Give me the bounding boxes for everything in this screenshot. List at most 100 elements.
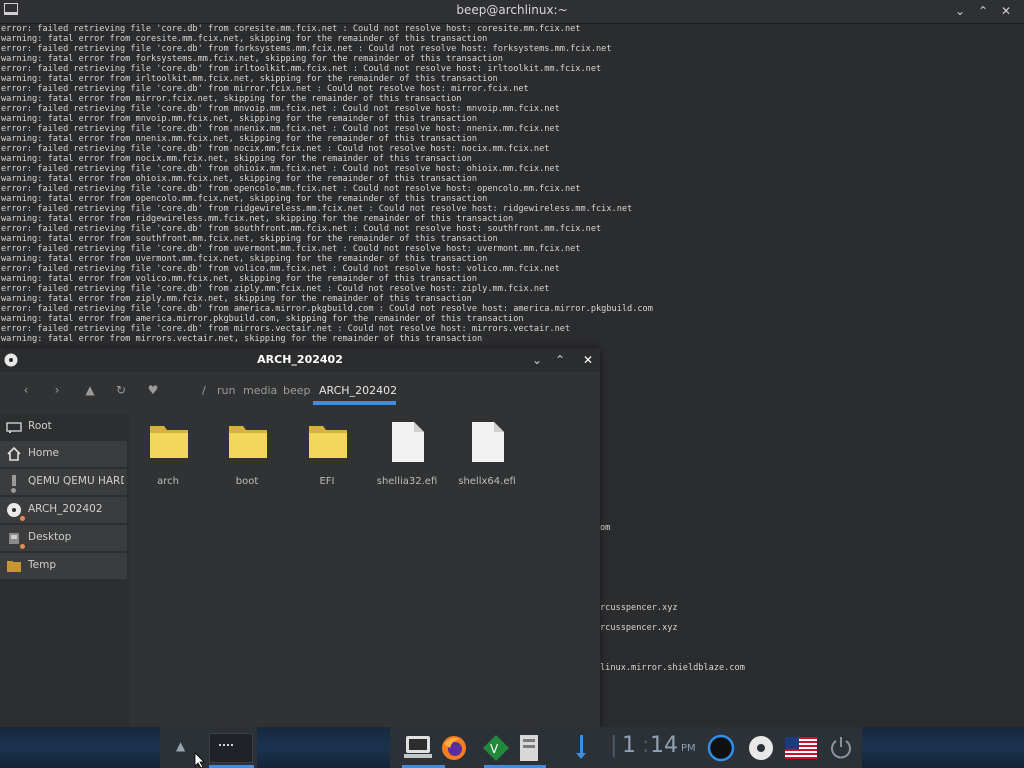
breadcrumb-media[interactable]: media [243,384,277,397]
mouse-cursor-icon [194,752,205,768]
file-name: EFI [319,476,335,487]
terminal-dots-icon [219,744,233,746]
breadcrumb-run[interactable]: run [217,384,235,397]
maximize-button[interactable]: ⌃ [551,351,569,369]
breadcrumb-beep[interactable]: beep [283,384,311,397]
terminal-fragment: linux.mirror.shieldblaze.com [600,663,745,673]
clock-hour-1: 1 [622,733,636,758]
terminal-line: error: failed retrieving file 'core.db' … [1,124,560,134]
file-item-shellx64[interactable]: shellx64.efi [451,420,523,490]
breadcrumb-root[interactable]: / [202,384,206,397]
sidebar-item-desktop[interactable]: Desktop [0,525,127,551]
terminal-line: error: failed retrieving file 'core.db' … [1,324,571,334]
terminal-line: error: failed retrieving file 'core.db' … [1,304,653,314]
drive-icon [6,422,22,433]
sidebar-item-qemu-harddisk[interactable]: QEMU QEMU HARDDISK [0,469,127,495]
terminal-line: warning: fatal error from coresite.mm.fc… [1,34,488,44]
terminal-thumbnail-button[interactable] [209,733,253,763]
terminal-line: warning: fatal error from volico.mm.fcix… [1,274,477,284]
file-manager-titlebar[interactable]: ARCH_202402 ⌄ ⌃ ✕ [0,348,600,372]
download-arrowhead-icon [576,753,586,759]
terminal-fragment: rcusspencer.xyz [600,623,678,633]
breadcrumb-current[interactable]: ARCH_202402 [319,384,397,397]
terminal-fragment: om [600,523,611,533]
terminal-titlebar[interactable]: beep@archlinux:~ ⌄ ⌃ ✕ [0,0,1024,24]
firefox-icon[interactable] [440,734,468,762]
terminal-line: error: failed retrieving file 'core.db' … [1,284,550,294]
mounted-indicator-icon [20,516,25,521]
sidebar-item-root[interactable]: Root [0,414,127,440]
file-manager-window[interactable]: ARCH_202402 ⌄ ⌃ ✕ ‹ › ▲ ↻ ♥ / run media … [0,348,600,727]
optical-disc-tray-icon[interactable] [747,734,775,762]
terminal-line: warning: fatal error from mirror.fcix.ne… [1,94,462,104]
clock-hour-2: 1 [650,733,664,758]
close-button[interactable]: ✕ [579,351,597,369]
terminal-line: error: failed retrieving file 'core.db' … [1,104,560,114]
folder-icon [7,561,21,572]
minimize-button[interactable]: ⌄ [951,2,969,20]
terminal-line: error: failed retrieving file 'core.db' … [1,64,602,74]
terminal-line: warning: fatal error from forksystems.mm… [1,54,503,64]
file-manager-app-icon[interactable] [518,734,540,762]
terminal-line: error: failed retrieving file 'core.db' … [1,264,560,274]
sidebar-item-label: QEMU QEMU HARDDISK [28,475,124,487]
sidebar-item-label: Desktop [28,531,72,543]
terminal-line: error: failed retrieving file 'core.db' … [1,184,581,194]
file-item-efi[interactable]: EFI [291,420,363,490]
up-icon[interactable]: ▲ [80,380,100,400]
file-name: boot [235,476,259,487]
home-icon [7,446,21,461]
folder-icon [150,426,188,458]
sidebar-item-label: Temp [28,559,56,571]
terminal-line: warning: fatal error from southfront.mm.… [1,234,498,244]
close-button[interactable]: ✕ [997,2,1015,20]
terminal-line: error: failed retrieving file 'core.db' … [1,144,550,154]
terminal-line: warning: fatal error from mnvoip.mm.fcix… [1,114,477,124]
file-item-shellia32[interactable]: shellia32.efi [371,420,443,490]
file-manager-title: ARCH_202402 [257,353,343,366]
show-hidden-icon[interactable]: ▲ [176,739,185,753]
mounted-indicator-icon [20,544,25,549]
sidebar-item-home[interactable]: Home [0,441,127,467]
clock-minute: 4 [664,733,678,758]
maximize-button[interactable]: ⌃ [974,2,992,20]
terminal-line: warning: fatal error from ziply.mm.fcix.… [1,294,472,304]
forward-icon[interactable]: › [47,380,67,400]
terminal-line: error: failed retrieving file 'core.db' … [1,204,633,214]
file-grid[interactable]: arch boot EFI shellia32.efi shellx64.efi [130,414,600,727]
file-item-arch[interactable]: arch [132,420,204,490]
minimize-button[interactable]: ⌄ [528,351,546,369]
terminal-line: error: failed retrieving file 'core.db' … [1,244,581,254]
vim-icon[interactable]: V [482,734,510,762]
places-sidebar: Root Home QEMU QEMU HARDDISK ARCH_202402 [0,414,130,727]
svg-text:V: V [490,742,499,756]
refresh-icon[interactable]: ↻ [111,380,131,400]
terminal-title: beep@archlinux:~ [456,3,568,17]
file-manager-toolbar: ‹ › ▲ ↻ ♥ / run media beep ARCH_202402 [0,372,600,414]
terminal-app-icon[interactable] [404,735,432,759]
document-icon [472,422,504,462]
sidebar-item-temp[interactable]: Temp [0,553,127,579]
sidebar-item-arch-202402[interactable]: ARCH_202402 [0,497,127,523]
terminal-line: warning: fatal error from america.mirror… [1,314,524,324]
desktop-icon [9,533,19,544]
file-name: shellia32.efi [376,476,438,487]
file-item-boot[interactable]: boot [211,420,283,490]
file-name: arch [157,476,179,487]
breadcrumb-active-indicator [313,401,396,405]
terminal-line: warning: fatal error from ridgewireless.… [1,214,514,224]
terminal-line: warning: fatal error from opencolo.mm.fc… [1,194,488,204]
terminal-line: error: failed retrieving file 'core.db' … [1,224,602,234]
back-icon[interactable]: ‹ [16,380,36,400]
terminal-line: error: failed retrieving file 'core.db' … [1,84,529,94]
us-flag-keyboard-layout-icon[interactable] [785,737,817,759]
power-icon[interactable] [828,735,854,761]
sidebar-item-label: ARCH_202402 [28,503,103,515]
bookmark-heart-icon[interactable]: ♥ [143,380,163,400]
terminal-line: error: failed retrieving file 'core.db' … [1,24,581,34]
terminal-line: warning: fatal error from irltoolkit.mm.… [1,74,498,84]
network-status-icon[interactable] [707,734,735,762]
sidebar-item-label: Root [28,420,52,432]
taskbar: ▲ V | 1 : 1 4 PM [0,727,1024,768]
file-name: shellx64.efi [458,476,516,487]
